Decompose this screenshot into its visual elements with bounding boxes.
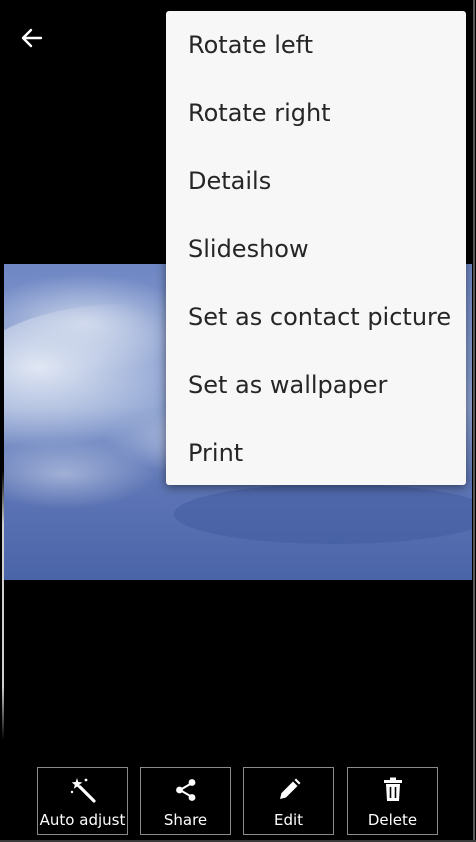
edit-label: Edit [273,811,304,829]
magic-wand-icon [69,775,97,805]
edit-button[interactable]: Edit [243,767,334,835]
menu-item-rotate-right[interactable]: Rotate right [166,79,466,147]
arrow-left-icon [21,28,43,48]
screen-edge-right [473,0,475,842]
screen-edge-highlight [2,470,4,740]
pencil-icon [276,775,302,805]
overflow-menu: Rotate left Rotate right Details Slidesh… [166,11,466,485]
auto-adjust-label: Auto adjust [39,811,126,829]
delete-button[interactable]: Delete [347,767,438,835]
menu-item-slideshow[interactable]: Slideshow [166,215,466,283]
share-button[interactable]: Share [140,767,231,835]
menu-item-set-wallpaper[interactable]: Set as wallpaper [166,351,466,419]
menu-item-rotate-left[interactable]: Rotate left [166,11,466,79]
menu-item-print[interactable]: Print [166,419,466,487]
auto-adjust-button[interactable]: Auto adjust [37,767,128,835]
share-icon [173,775,199,805]
gallery-photo-viewer: Rotate left Rotate right Details Slidesh… [0,0,476,842]
back-button[interactable] [14,20,50,56]
share-label: Share [163,811,208,829]
delete-label: Delete [367,811,418,829]
trash-icon [381,775,405,805]
bottom-toolbar: Auto adjust Share Edit Delete [37,767,441,835]
menu-item-set-contact-picture[interactable]: Set as contact picture [166,283,466,351]
menu-item-details[interactable]: Details [166,147,466,215]
